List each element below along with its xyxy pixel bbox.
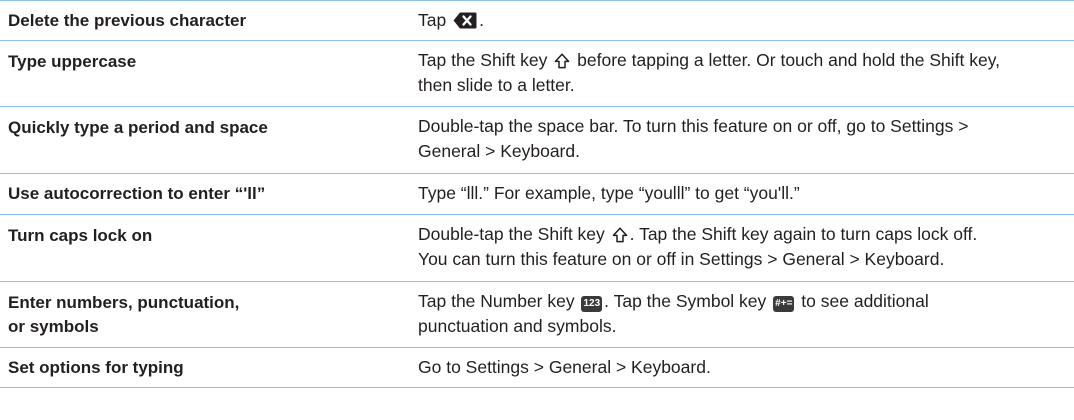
description-cell: Go to Settings > General > Keyboard.: [418, 348, 1074, 387]
action-cell: Turn caps lock on: [0, 215, 418, 281]
description-cell: Double-tap the Shift key . Tap the Shift…: [418, 215, 1074, 281]
action-label: or symbols: [8, 317, 99, 336]
description-text: General > Keyboard.: [418, 141, 580, 161]
description-cell: Double-tap the space bar. To turn this f…: [418, 107, 1074, 173]
action-cell: Use autocorrection to enter “'ll”: [0, 174, 418, 214]
description-text: then slide to a letter.: [418, 75, 575, 95]
symbol-key-icon: #+=: [773, 296, 795, 312]
description-cell: Type “lll.” For example, type “youlll” t…: [418, 174, 1074, 214]
action-label: Quickly type a period and space: [8, 118, 268, 137]
description-text: Double-tap the space bar. To turn this f…: [418, 116, 969, 136]
action-cell: Set options for typing: [0, 348, 418, 387]
description-text: Double-tap the Shift key: [418, 224, 605, 244]
gesture-table: Delete the previous character Tap . Type…: [0, 0, 1074, 388]
description-cell: Tap the Shift key before tapping a lette…: [418, 41, 1074, 106]
description-cell: Tap .: [418, 1, 1074, 40]
table-row: Enter numbers, punctuation, or symbols T…: [0, 281, 1074, 347]
description-text: .: [479, 10, 484, 30]
table-row: Use autocorrection to enter “'ll” Type “…: [0, 173, 1074, 214]
table-row: Type uppercase Tap the Shift key before …: [0, 40, 1074, 106]
action-label: Type uppercase: [8, 52, 137, 71]
action-label: Use autocorrection to enter “'ll”: [8, 184, 266, 203]
table-row: Turn caps lock on Double-tap the Shift k…: [0, 214, 1074, 281]
action-cell: Quickly type a period and space: [0, 107, 418, 173]
description-text: Type “lll.” For example, type “youlll” t…: [418, 183, 800, 203]
description-cell: Tap the Number key 123. Tap the Symbol k…: [418, 282, 1074, 347]
description-text: . Tap the Symbol key: [604, 291, 767, 311]
action-label: Turn caps lock on: [8, 226, 153, 245]
description-text: You can turn this feature on or off in S…: [418, 249, 945, 269]
table-row: Set options for typing Go to Settings > …: [0, 347, 1074, 388]
number-key-icon: 123: [581, 296, 603, 312]
shift-arrow-icon: [612, 227, 628, 243]
action-cell: Type uppercase: [0, 41, 418, 106]
description-text: Tap the Number key: [418, 291, 575, 311]
action-label: Set options for typing: [8, 358, 184, 377]
action-label: Delete the previous character: [8, 11, 247, 30]
action-cell: Delete the previous character: [0, 1, 418, 40]
description-text: Tap: [418, 10, 447, 30]
description-text: punctuation and symbols.: [418, 316, 617, 336]
delete-key-icon: [453, 12, 477, 29]
description-text: Tap the Shift key: [418, 50, 548, 70]
description-text: . Tap the Shift key again to turn caps l…: [629, 224, 978, 244]
description-text: to see additional: [801, 291, 929, 311]
shift-arrow-icon: [554, 53, 570, 69]
description-text: Go to Settings > General > Keyboard.: [418, 357, 711, 377]
table-row: Delete the previous character Tap .: [0, 0, 1074, 40]
description-text: before tapping a letter. Or touch and ho…: [577, 50, 1001, 70]
table-row: Quickly type a period and space Double-t…: [0, 106, 1074, 173]
action-cell: Enter numbers, punctuation, or symbols: [0, 282, 418, 347]
action-label: Enter numbers, punctuation,: [8, 293, 240, 312]
